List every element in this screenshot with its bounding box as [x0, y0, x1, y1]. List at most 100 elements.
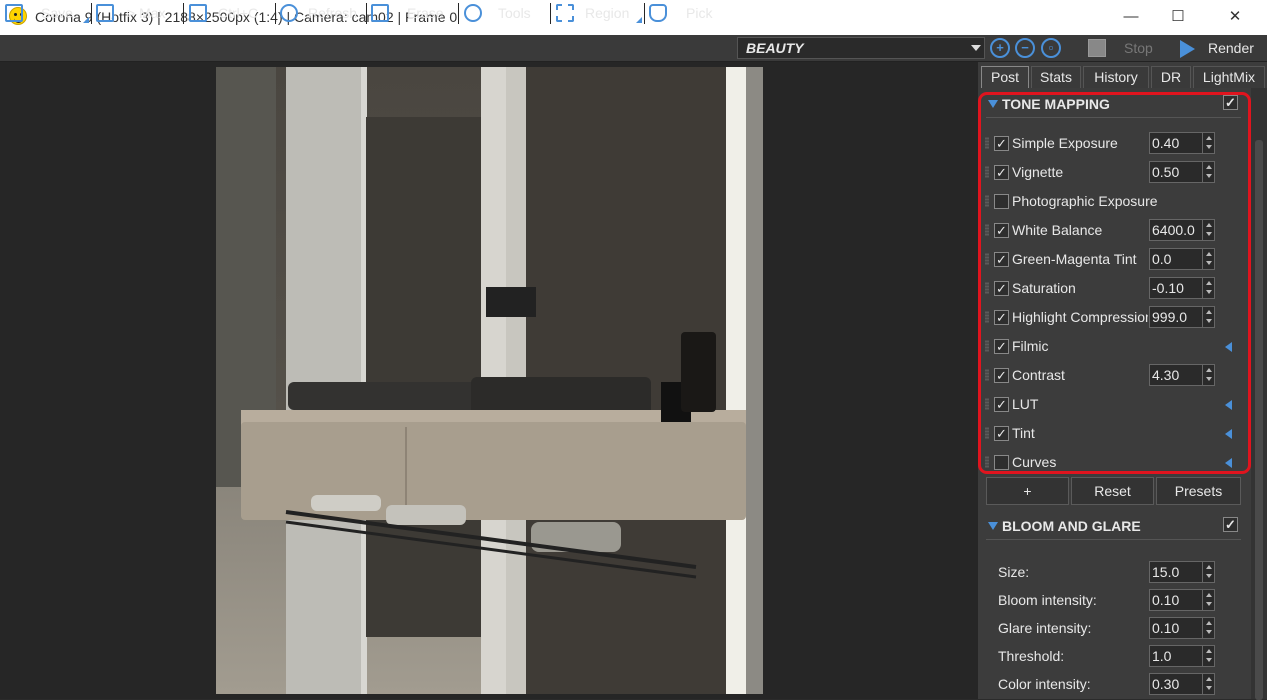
- lut-row: ✓ LUT: [984, 393, 1232, 417]
- green-magenta-tint-checkbox[interactable]: ✓: [994, 252, 1009, 267]
- render-viewport[interactable]: [0, 62, 978, 699]
- expand-arrow-icon[interactable]: [1225, 342, 1232, 352]
- spinner-icon[interactable]: [1202, 646, 1214, 666]
- drag-handle-icon[interactable]: [985, 369, 989, 381]
- spinner-icon[interactable]: [1202, 162, 1214, 182]
- save-button[interactable]: Save: [2, 2, 90, 24]
- simple-exposure-row: ✓ Simple Exposure 0.40: [984, 132, 1232, 156]
- vignette-label: Vignette: [1012, 164, 1064, 180]
- vignette-input[interactable]: 0.50: [1149, 161, 1215, 183]
- saturation-input[interactable]: -0.10: [1149, 277, 1215, 299]
- spinner-icon[interactable]: [1202, 365, 1214, 385]
- spinner-icon[interactable]: [1202, 562, 1214, 582]
- region-button[interactable]: Region: [553, 2, 643, 24]
- render-label: Render: [1208, 40, 1254, 56]
- highlight-compression-checkbox[interactable]: ✓: [994, 310, 1009, 325]
- photographic-exposure-checkbox[interactable]: [994, 194, 1009, 209]
- spinner-icon[interactable]: [1202, 220, 1214, 240]
- vignette-checkbox[interactable]: ✓: [994, 165, 1009, 180]
- color-intensity-value: 0.30: [1152, 676, 1180, 692]
- toolbar-separator: [458, 3, 459, 24]
- curves-checkbox[interactable]: [994, 455, 1009, 470]
- add-operator-button[interactable]: +: [986, 477, 1069, 505]
- spinner-icon[interactable]: [1202, 590, 1214, 610]
- threshold-input[interactable]: 1.0: [1149, 645, 1215, 667]
- tone-mapping-enable-checkbox[interactable]: ✓: [1223, 95, 1238, 110]
- render-button[interactable]: Render: [1178, 37, 1267, 60]
- tab-stats[interactable]: Stats: [1031, 66, 1081, 88]
- toolbar-separator: [644, 3, 645, 24]
- drag-handle-icon[interactable]: [985, 166, 989, 178]
- drag-handle-icon[interactable]: [985, 224, 989, 236]
- scrollbar-thumb[interactable]: [1255, 140, 1263, 700]
- green-magenta-tint-label: Green-Magenta Tint: [1012, 251, 1137, 267]
- drag-handle-icon[interactable]: [985, 195, 989, 207]
- bloom-size-value: 15.0: [1152, 564, 1180, 580]
- reset-button[interactable]: Reset: [1071, 477, 1154, 505]
- maximize-button[interactable]: ☐: [1155, 4, 1201, 30]
- expand-arrow-icon[interactable]: [1225, 400, 1232, 410]
- expand-arrow-icon[interactable]: [1225, 429, 1232, 439]
- color-intensity-input[interactable]: 0.30: [1149, 673, 1215, 695]
- spinner-icon[interactable]: [1202, 278, 1214, 298]
- minimize-button[interactable]: —: [1108, 4, 1154, 30]
- curves-label: Curves: [1012, 454, 1057, 470]
- panel-scrollbar[interactable]: [1251, 88, 1267, 700]
- pick-button[interactable]: Pick: [646, 2, 732, 24]
- contrast-input[interactable]: 4.30: [1149, 364, 1215, 386]
- collapse-arrow-icon: [988, 522, 998, 530]
- simple-exposure-input[interactable]: 0.40: [1149, 132, 1215, 154]
- filmic-checkbox[interactable]: ✓: [994, 339, 1009, 354]
- spinner-icon[interactable]: [1202, 674, 1214, 694]
- max-button[interactable]: > Max: [93, 2, 179, 24]
- zoom-fit-icon[interactable]: ▫: [1041, 38, 1061, 58]
- white-balance-input[interactable]: 6400.0: [1149, 219, 1215, 241]
- bloom-intensity-input[interactable]: 0.10: [1149, 589, 1215, 611]
- drag-handle-icon[interactable]: [985, 282, 989, 294]
- green-magenta-tint-input[interactable]: 0.0: [1149, 248, 1215, 270]
- tab-lightmix[interactable]: LightMix: [1193, 66, 1265, 88]
- white-balance-checkbox[interactable]: ✓: [994, 223, 1009, 238]
- simple-exposure-value: 0.40: [1152, 135, 1180, 151]
- erase-button[interactable]: Erase: [368, 2, 456, 24]
- drag-handle-icon[interactable]: [985, 456, 989, 468]
- zoom-out-icon[interactable]: −: [1015, 38, 1035, 58]
- tools-button[interactable]: Tools: [461, 2, 549, 24]
- color-intensity-row: Color intensity: 0.30: [998, 673, 1223, 697]
- zoom-in-icon[interactable]: +: [990, 38, 1010, 58]
- refresh-button[interactable]: Refresh: [277, 2, 365, 24]
- tab-dr[interactable]: DR: [1151, 66, 1191, 88]
- save-icon: [5, 4, 23, 22]
- drag-handle-icon[interactable]: [985, 398, 989, 410]
- simple-exposure-checkbox[interactable]: ✓: [994, 136, 1009, 151]
- drag-handle-icon[interactable]: [985, 311, 989, 323]
- contrast-checkbox[interactable]: ✓: [994, 368, 1009, 383]
- expand-arrow-icon[interactable]: [1225, 458, 1232, 468]
- drag-handle-icon[interactable]: [985, 340, 989, 352]
- drag-handle-icon[interactable]: [985, 137, 989, 149]
- drag-handle-icon[interactable]: [985, 427, 989, 439]
- bloom-glare-header[interactable]: BLOOM AND GLARE ✓: [986, 516, 1241, 540]
- stop-button[interactable]: Stop: [1086, 37, 1170, 60]
- tab-post[interactable]: Post: [981, 66, 1029, 88]
- close-button[interactable]: ✕: [1212, 4, 1258, 30]
- spinner-icon[interactable]: [1202, 133, 1214, 153]
- saturation-checkbox[interactable]: ✓: [994, 281, 1009, 296]
- drag-handle-icon[interactable]: [985, 253, 989, 265]
- spinner-icon[interactable]: [1202, 249, 1214, 269]
- spinner-icon[interactable]: [1202, 618, 1214, 638]
- presets-button[interactable]: Presets: [1156, 477, 1241, 505]
- copy-button[interactable]: Ctrl+C: [186, 2, 274, 24]
- tint-checkbox[interactable]: ✓: [994, 426, 1009, 441]
- glare-intensity-label: Glare intensity:: [998, 620, 1092, 636]
- spinner-icon[interactable]: [1202, 307, 1214, 327]
- tone-mapping-header[interactable]: TONE MAPPING ✓: [986, 94, 1241, 118]
- channel-select[interactable]: BEAUTY: [737, 37, 985, 59]
- glare-intensity-input[interactable]: 0.10: [1149, 617, 1215, 639]
- green-magenta-tint-value: 0.0: [1152, 251, 1172, 267]
- highlight-compression-input[interactable]: 999.0: [1149, 306, 1215, 328]
- lut-checkbox[interactable]: ✓: [994, 397, 1009, 412]
- tab-history[interactable]: History: [1083, 66, 1149, 88]
- bloom-size-input[interactable]: 15.0: [1149, 561, 1215, 583]
- bloom-glare-enable-checkbox[interactable]: ✓: [1223, 517, 1238, 532]
